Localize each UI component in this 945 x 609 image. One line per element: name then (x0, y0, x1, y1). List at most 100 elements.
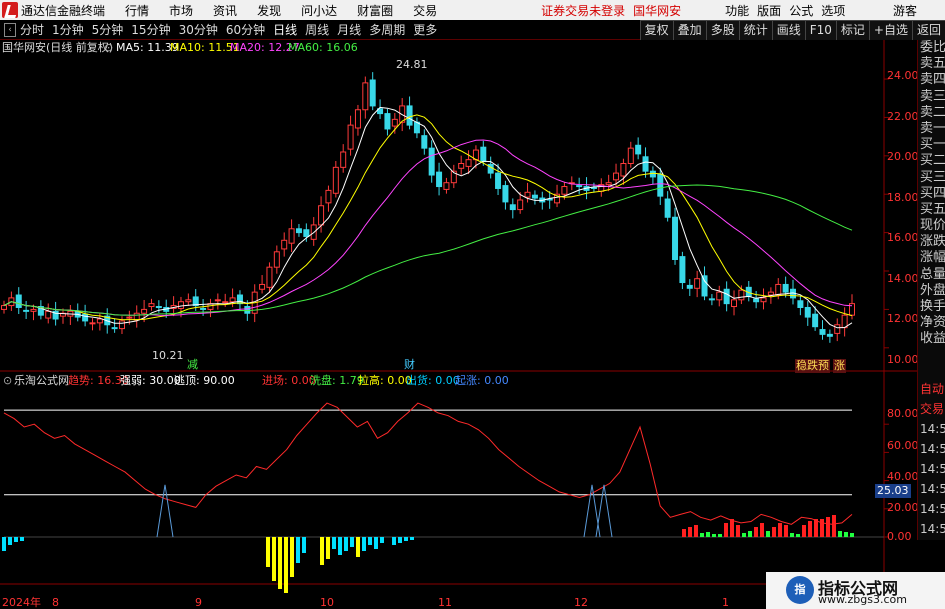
collapse-toggle-icon[interactable]: ‹ (4, 22, 16, 37)
sub-axis-label: 20.00 (887, 501, 919, 514)
tool-adjust-button[interactable]: 复权 (639, 20, 673, 40)
tick-time: 14:56 (920, 442, 945, 456)
candle-body (812, 313, 819, 328)
entry-bar (706, 532, 710, 537)
entry-bar (754, 527, 758, 537)
candle-body (679, 256, 686, 284)
candle-body (782, 283, 789, 293)
side-item: 换手 (920, 299, 945, 314)
tool-overlay-button[interactable]: 叠加 (672, 20, 706, 40)
time-axis-label: 10 (320, 596, 334, 609)
main-chart-title: 国华网安(日线 前复权) (2, 41, 114, 54)
login-notice[interactable]: 证券交易未登录 (541, 2, 625, 19)
period-monthly[interactable]: 月线 (337, 21, 361, 38)
period-15min[interactable]: 15分钟 (131, 21, 170, 38)
trade-side-panel: 自动 交易 14:56 14:56 14:56 14:56 14:56 14:5… (917, 380, 945, 540)
tool-multi-stock-button[interactable]: 多股 (705, 20, 739, 40)
candle-body (244, 306, 251, 314)
candle-body (236, 294, 243, 305)
wash-bar (14, 537, 18, 542)
sub-chart-settings-icon[interactable]: ⊙ (3, 374, 12, 388)
site-watermark: 指 指标公式网 www.zbgs3.com (766, 572, 945, 609)
time-axis-label: 8 (52, 596, 59, 609)
menu-item-layout[interactable]: 版面 (757, 2, 781, 19)
candle-body (141, 308, 148, 314)
price-axis-label: 10.00 (887, 353, 919, 366)
candle-body (627, 147, 634, 165)
candle-body (775, 283, 782, 296)
tool-back-button[interactable]: 返回 (911, 20, 945, 40)
time-axis-label: 9 (195, 596, 202, 609)
chart-area[interactable]: 国华网安(日线 前复权) ⊙ MA5: 11.39 MA10: 11.51 MA… (0, 40, 945, 609)
candle-body (23, 309, 30, 312)
side-item: 卖四 (920, 72, 945, 88)
candle-body (266, 266, 273, 288)
period-30min[interactable]: 30分钟 (179, 21, 218, 38)
price-axis-label: 14.00 (887, 272, 919, 285)
entry-bar (700, 533, 704, 537)
notice-stock-name: 国华网安 (633, 3, 682, 18)
auto-trade-button[interactable]: 自动 (918, 380, 945, 400)
watermark-logo-icon: 指 (786, 576, 814, 604)
period-multi[interactable]: 多周期 (369, 21, 405, 38)
menu-item-news[interactable]: 资讯 (213, 2, 237, 19)
tool-add-watchlist-button[interactable]: +自选 (868, 20, 912, 40)
tool-stats-button[interactable]: 统计 (738, 20, 772, 40)
period-5min[interactable]: 5分钟 (92, 21, 124, 38)
event-marker-reduce[interactable]: 减 (187, 358, 198, 372)
menu-item-assistant[interactable]: 问小达 (301, 2, 337, 19)
tool-draw-button[interactable]: 画线 (771, 20, 805, 40)
candle-body (436, 171, 443, 188)
tool-mark-button[interactable]: 标记 (835, 20, 869, 40)
menu-item-formula[interactable]: 公式 (789, 2, 813, 19)
candle-body (318, 205, 325, 226)
candle-body (354, 109, 361, 129)
candle-body (517, 199, 524, 211)
menu-item-bourse[interactable]: 市场 (169, 2, 193, 19)
period-intraday[interactable]: 分时 (20, 21, 44, 38)
side-item: 净资 (920, 315, 945, 331)
signal-spike (156, 484, 174, 538)
menu-item-trade[interactable]: 交易 (413, 2, 437, 19)
kline-chart-svg[interactable] (0, 40, 917, 609)
guest-button[interactable]: 游客 (893, 2, 917, 19)
entry-bar (844, 532, 848, 537)
entry-bar (724, 523, 728, 537)
wash-bar (320, 537, 324, 565)
chart-settings-icon[interactable]: ⊙ (104, 41, 113, 55)
candle-body (45, 310, 52, 319)
tool-f10-button[interactable]: F10 (804, 20, 836, 40)
period-weekly[interactable]: 周线 (305, 21, 329, 38)
side-item: 委比 (920, 40, 945, 55)
candle-body (657, 173, 664, 197)
entry-bar (748, 531, 752, 537)
app-logo-icon (2, 2, 18, 18)
menu-item-options[interactable]: 选项 (821, 2, 845, 19)
menu-item-wealth[interactable]: 财富圈 (357, 2, 393, 19)
candle-body (15, 294, 22, 308)
candle-body (347, 124, 354, 150)
period-60min[interactable]: 60分钟 (226, 21, 265, 38)
candle-body (819, 329, 826, 335)
signal-tag-rise: 涨 (833, 359, 846, 373)
ma60-label: MA60: 16.06 (288, 41, 358, 54)
candle-body (222, 301, 229, 304)
candle-body (332, 166, 339, 194)
period-daily[interactable]: 日线 (273, 21, 297, 38)
event-marker-finance[interactable]: 财 (404, 358, 415, 372)
entry-bar (688, 527, 692, 537)
entry-bar (736, 525, 740, 537)
menu-item-discover[interactable]: 发现 (257, 2, 281, 19)
candle-body (362, 82, 369, 111)
period-more[interactable]: 更多 (413, 21, 437, 38)
period-1min[interactable]: 1分钟 (52, 21, 84, 38)
trend-line (3, 402, 853, 525)
time-axis-label: 1 (722, 596, 729, 609)
menu-item-market[interactable]: 行情 (125, 2, 149, 19)
indicator-distribution: 出货: 0.00 (406, 374, 460, 387)
wash-bar (296, 537, 300, 563)
price-axis-label: 12.00 (887, 312, 919, 325)
menu-item-function[interactable]: 功能 (725, 2, 749, 19)
entry-bar (766, 531, 770, 537)
trade-button[interactable]: 交易 (918, 400, 945, 420)
